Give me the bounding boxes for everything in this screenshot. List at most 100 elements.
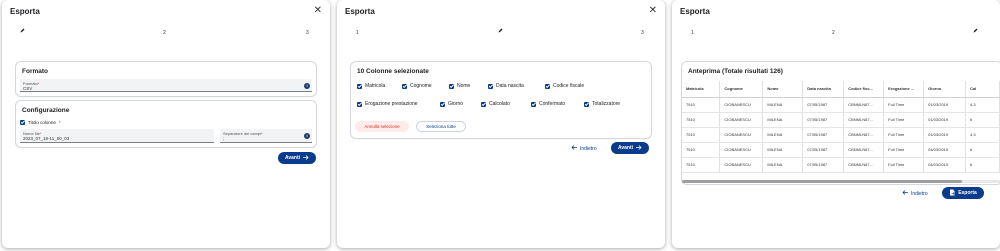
table-cell: 4,3	[965, 97, 1000, 113]
column-checkbox-confermato[interactable]: Confermato	[531, 101, 565, 107]
table-cell: Full Time	[883, 112, 925, 128]
columns-selected-title: 10 Colonne selezionate	[357, 68, 429, 75]
back-button[interactable]: Indietro	[902, 190, 928, 197]
deselect-all-button[interactable]: Annulla selezione	[355, 121, 409, 132]
table-cell: 6	[965, 142, 1000, 158]
step-1[interactable]: 1	[691, 30, 694, 36]
table-cell: MILENA	[762, 142, 804, 158]
column-header[interactable]: Data nascita	[802, 81, 845, 98]
step-2[interactable]: 2	[832, 30, 835, 36]
table-cell: 01/03/2019	[923, 97, 967, 113]
table-cell: 04/03/2019	[923, 142, 967, 158]
column-checkbox-nome[interactable]: Nome	[449, 83, 470, 89]
column-checkbox-codice-fiscale[interactable]: Codice fiscale	[545, 83, 584, 89]
column-header[interactable]: Nome	[762, 81, 804, 98]
next-button-label: Avanti	[617, 145, 634, 151]
column-checkbox-calcolato[interactable]: Calcolato	[481, 101, 510, 107]
arrow-right-icon	[636, 144, 642, 152]
column-header[interactable]: Matricola	[682, 81, 721, 98]
table-cell: 01/03/2019	[923, 112, 967, 128]
table-cell: CIOBANESCU	[719, 157, 764, 173]
preview-table: Matricola Cognome Nome Data nascita Codi…	[682, 81, 1000, 173]
close-icon[interactable]: ✕	[649, 6, 657, 16]
pencil-icon	[20, 28, 25, 33]
stepper: 2 3	[2, 22, 330, 44]
column-checkbox-erogazione-prestazione[interactable]: Erogazione prestazione	[357, 101, 418, 107]
info-icon[interactable]: i	[304, 83, 310, 89]
file-name-field[interactable]: Nome file* 2023_07_18-11_00_03	[20, 129, 214, 143]
dialog-title: Esporta	[345, 6, 375, 16]
format-select[interactable]: Formato* CSV i	[20, 79, 312, 92]
export-dialog-step-2: Esporta ✕ 1 3 10 Colonne selezionate Mat…	[337, 0, 665, 248]
checkbox-checked-icon[interactable]	[584, 101, 589, 107]
info-icon[interactable]: i	[304, 133, 310, 139]
checkbox-checked-icon[interactable]	[481, 101, 486, 107]
arrow-left-icon	[571, 145, 577, 152]
checkbox-checked-icon[interactable]	[20, 120, 25, 125]
file-name-value: 2023_07_18-11_00_03	[23, 136, 70, 141]
table-cell: 07/05/1987	[802, 112, 845, 128]
column-checkbox-matricola[interactable]: Matricola	[357, 83, 385, 89]
dialog-title: Esporta	[10, 6, 40, 16]
checkbox-checked-icon[interactable]	[545, 83, 550, 89]
table-cell: MILENA	[762, 157, 804, 173]
table-cell: Full Time	[883, 97, 925, 113]
next-button[interactable]: Avanti	[611, 142, 649, 154]
select-all-button[interactable]: Seleziona tutte	[416, 121, 466, 132]
table-row: 7510 CIOBANESCU MILENA 07/05/1987 CBNMLN…	[682, 97, 1000, 113]
table-cell: CIOBANESCU	[719, 97, 764, 113]
separator-field[interactable]: Separatore dei campi* ; i	[220, 129, 312, 143]
step-3[interactable]: 3	[306, 30, 309, 36]
required-mark: *	[261, 131, 263, 136]
export-button[interactable]: Esporta	[942, 187, 984, 199]
horizontal-scrollbar[interactable]	[682, 180, 962, 183]
back-button-label: Indietro	[580, 145, 597, 152]
column-titles-label: Titolo colonne	[28, 120, 56, 125]
table-cell: CBNMLN87...	[843, 112, 885, 128]
dialog-header: Esporta ✕	[2, 0, 330, 22]
checkbox-checked-icon[interactable]	[357, 101, 362, 107]
step-3[interactable]: 3	[641, 30, 644, 36]
table-cell: MILENA	[762, 97, 804, 113]
table-cell: CBNMLN87...	[843, 97, 885, 113]
close-icon[interactable]: ✕	[314, 6, 322, 16]
checkbox-checked-icon[interactable]	[357, 83, 362, 89]
back-button-label: Indietro	[911, 190, 928, 197]
back-button[interactable]: Indietro	[571, 145, 597, 152]
table-cell: 6	[965, 112, 1000, 128]
checkbox-checked-icon[interactable]	[402, 83, 407, 89]
table-cell: 7510	[682, 127, 721, 143]
checkbox-checked-icon[interactable]	[449, 83, 454, 89]
column-checkbox-cognome[interactable]: Cognome	[402, 83, 432, 89]
table-cell: 4,3	[965, 127, 1000, 143]
dialog-header: Esporta	[672, 0, 1000, 22]
column-checkbox-totalizzatore[interactable]: Totalizzatore	[584, 101, 620, 107]
file-export-icon	[949, 189, 955, 198]
column-header[interactable]: Codice fisc...	[843, 81, 885, 98]
column-checkbox-giorno[interactable]: Giorno	[440, 101, 463, 107]
column-titles-checkbox-row[interactable]: Titolo colonne *	[20, 120, 61, 125]
table-row: 7510 CIOBANESCU MILENA 07/05/1987 CBNMLN…	[682, 112, 1000, 128]
column-header[interactable]: Cal	[965, 81, 1000, 98]
checkbox-checked-icon[interactable]	[531, 101, 536, 107]
step-2[interactable]: 2	[163, 30, 166, 36]
table-cell: CIOBANESCU	[719, 112, 764, 128]
column-header[interactable]: Giorno	[923, 81, 967, 98]
next-button[interactable]: Avanti	[278, 152, 316, 164]
checkbox-checked-icon[interactable]	[488, 83, 493, 89]
table-cell: 04/03/2019	[923, 157, 967, 173]
table-cell: CIOBANESCU	[719, 127, 764, 143]
column-header[interactable]: Erogazione ...	[883, 81, 925, 98]
format-card: Formato Formato* CSV i	[16, 62, 316, 96]
table-cell: 7510	[682, 97, 721, 113]
columns-card: 10 Colonne selezionate Matricola Cognome…	[351, 62, 651, 138]
table-cell: 7510	[682, 157, 721, 173]
checkbox-checked-icon[interactable]	[440, 101, 445, 107]
column-checkbox-data-nascita[interactable]: Data nascita	[488, 83, 524, 89]
separator-label: Separatore dei campi	[223, 131, 262, 136]
table-cell: 6	[965, 157, 1000, 173]
column-header[interactable]: Cognome	[719, 81, 764, 98]
step-1[interactable]: 1	[356, 30, 359, 36]
table-cell: CIOBANESCU	[719, 142, 764, 158]
configuration-card: Configurazione Titolo colonne * Nome fil…	[16, 101, 316, 147]
